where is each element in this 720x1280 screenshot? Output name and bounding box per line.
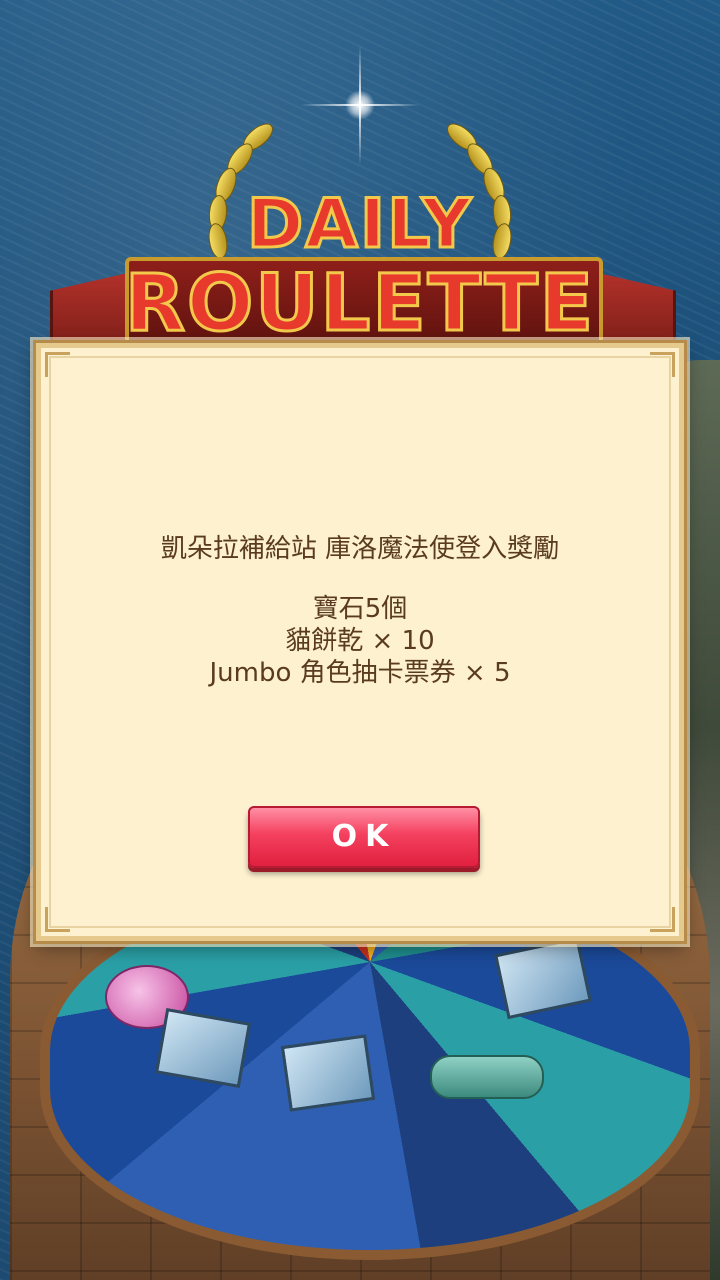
corner-ornament <box>45 352 70 377</box>
ok-button[interactable]: OK <box>248 806 480 868</box>
reward-list: 寶石5個 貓餅乾 × 10 Jumbo 角色抽卡票券 × 5 <box>41 593 679 689</box>
reward-item: 寶石5個 <box>312 594 408 624</box>
corner-ornament <box>650 352 675 377</box>
reward-dialog: 凱朵拉補給站 庫洛魔法使登入獎勵 寶石5個 貓餅乾 × 10 Jumbo 角色抽… <box>33 340 687 944</box>
daily-roulette-logo: DAILY ROULETTE <box>0 184 720 355</box>
dialog-title: 凱朵拉補給站 庫洛魔法使登入獎勵 <box>160 534 560 564</box>
bone-icon <box>430 1055 544 1099</box>
logo-text-daily: DAILY <box>245 184 474 266</box>
corner-ornament <box>650 907 675 932</box>
corner-ornament <box>45 907 70 932</box>
reward-item: Jumbo 角色抽卡票券 × 5 <box>209 658 511 688</box>
sparkle-icon <box>300 45 420 165</box>
reward-item: 貓餅乾 × 10 <box>285 626 435 656</box>
ticket-icon <box>280 1034 376 1112</box>
logo-text-roulette: ROULETTE <box>123 258 596 351</box>
